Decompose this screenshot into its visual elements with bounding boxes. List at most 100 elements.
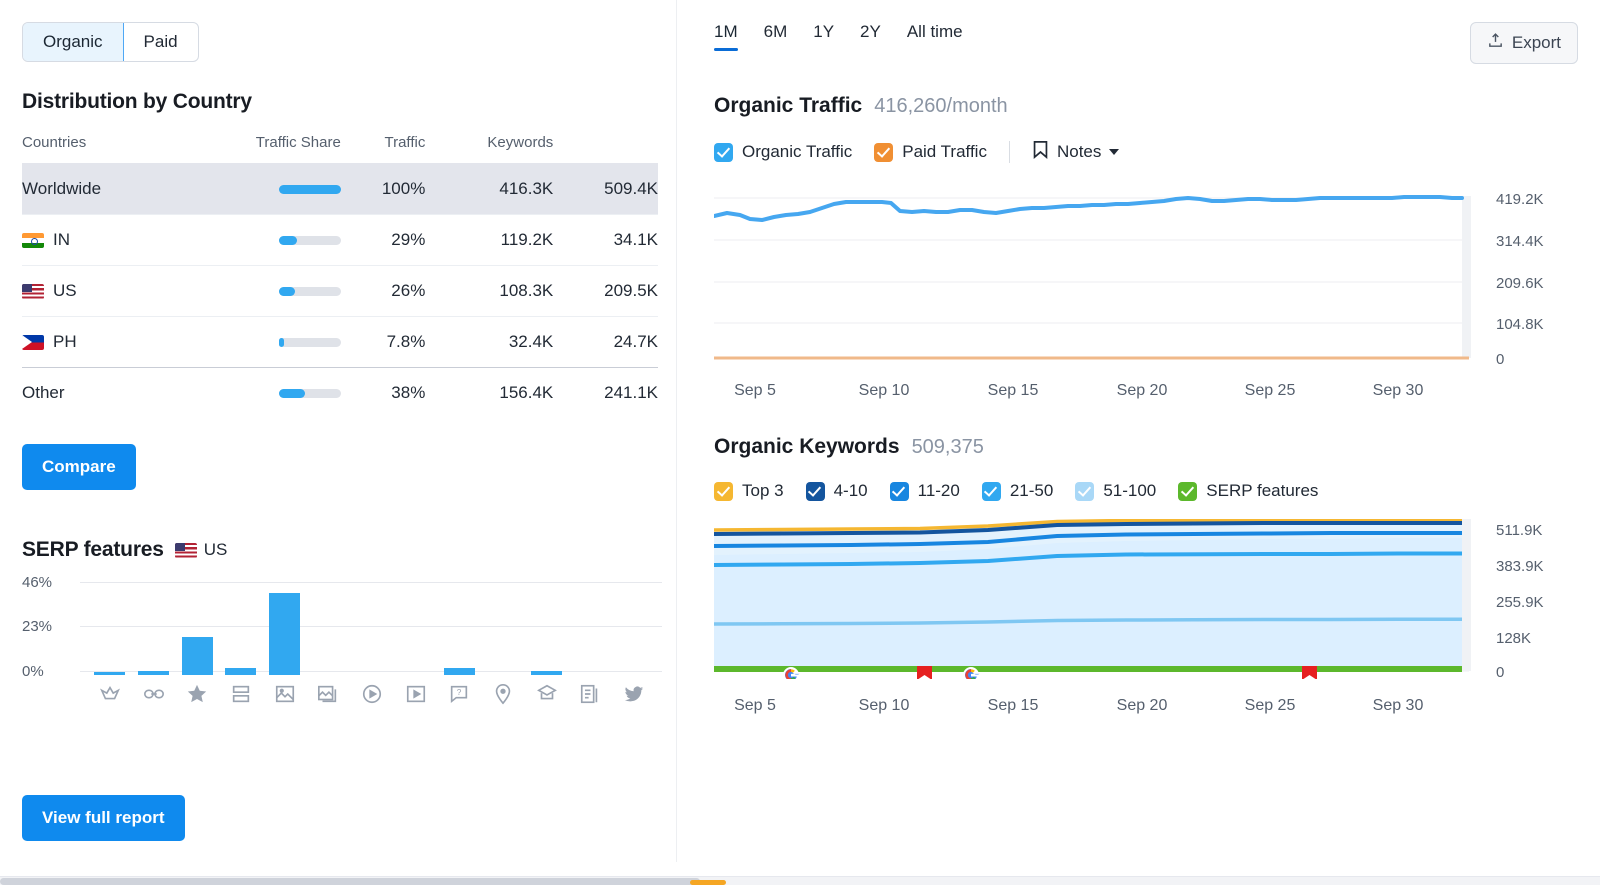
legend-51-100[interactable]: 51-100 [1075, 481, 1156, 501]
range-6m[interactable]: 6M [764, 22, 788, 51]
serp-ytick-0: 0% [22, 663, 44, 680]
legend-21-50[interactable]: 21-50 [981, 481, 1053, 501]
organic-keywords-title: Organic Keywords [714, 435, 900, 458]
legend-paid-traffic[interactable]: Paid Traffic [874, 142, 987, 162]
featured-snippet-icon[interactable] [88, 678, 132, 710]
note-flag-icon [1032, 140, 1049, 164]
range-all-time[interactable]: All time [907, 22, 963, 51]
serp-bar-people-also-ask[interactable] [438, 583, 482, 675]
serp-bar-video[interactable] [350, 583, 394, 675]
legend-label: 51-100 [1103, 481, 1157, 500]
toggle-organic[interactable]: Organic [23, 23, 124, 61]
traffic-xtick-1: Sep 10 [858, 382, 910, 399]
country-label: US [53, 281, 77, 300]
image-pack-icon[interactable] [263, 678, 307, 710]
row-keywords[interactable]: 24.7K [553, 316, 658, 368]
toggle-paid[interactable]: Paid [124, 23, 198, 61]
serp-bar-instant-answer[interactable] [569, 583, 613, 675]
chevron-down-icon [1109, 149, 1120, 155]
compare-button[interactable]: Compare [22, 444, 136, 490]
organic-keywords-header: Organic Keywords 509,375 [714, 435, 1578, 459]
table-row[interactable]: PH 7.8% 32.4K 24.7K [22, 316, 658, 368]
row-share-label: 26% [340, 265, 426, 317]
range-1m[interactable]: 1M [714, 22, 738, 51]
row-traffic[interactable]: 119.2K [425, 214, 554, 266]
table-row[interactable]: Worldwide 100% 416.3K 509.4K [22, 163, 658, 215]
organic-keywords-chart[interactable]: 511.9K 383.9K 255.9K 128K 0 Sep 5 Sep 10… [714, 519, 1578, 714]
twitter-icon[interactable] [612, 678, 656, 710]
people-also-ask-icon[interactable]: ? [438, 678, 482, 710]
organic-paid-toggle[interactable]: Organic Paid [22, 22, 199, 62]
checkbox-paid-traffic[interactable] [874, 142, 894, 162]
range-1y[interactable]: 1Y [813, 22, 834, 51]
table-row[interactable]: US 26% 108.3K 209.5K [22, 265, 658, 317]
row-traffic[interactable]: 32.4K [425, 316, 554, 368]
traffic-ytick-3: 314.4K [1496, 233, 1544, 250]
share-bar [278, 286, 341, 296]
serp-icon-row: ? [88, 678, 656, 710]
row-country: Other [22, 367, 176, 418]
knowledge-panel-icon[interactable] [525, 678, 569, 710]
serp-bar-twitter[interactable] [612, 583, 656, 675]
dashboard-page: Organic Paid Distribution by Country Cou… [0, 0, 1600, 885]
legend-4-10[interactable]: 4-10 [805, 481, 868, 501]
legend-organic-traffic[interactable]: Organic Traffic [714, 142, 852, 162]
row-traffic-share [175, 163, 341, 215]
row-keywords[interactable]: 209.5K [553, 265, 658, 317]
col-countries: Countries [22, 134, 87, 151]
serp-features-header: SERP features US [22, 538, 700, 562]
checkbox-serp-features[interactable] [1178, 481, 1198, 501]
serp-bar-video-carousel[interactable] [394, 583, 438, 675]
serp-bar-hotels-pack[interactable] [219, 583, 263, 675]
share-bar [278, 388, 341, 398]
serp-bar-images[interactable] [306, 583, 350, 675]
table-row[interactable]: IN 29% 119.2K 34.1K [22, 214, 658, 266]
video-carousel-icon[interactable] [394, 678, 438, 710]
traffic-ytick-0: 0 [1496, 351, 1505, 368]
local-pack-icon[interactable] [481, 678, 525, 710]
panel-divider [676, 0, 677, 862]
row-keywords[interactable]: 34.1K [553, 214, 658, 266]
flag-in-icon [22, 232, 44, 248]
legend-serp-features[interactable]: SERP features [1178, 481, 1318, 501]
scrollbar-thumb[interactable] [0, 878, 700, 885]
row-share-label: 38% [340, 367, 426, 418]
video-icon[interactable] [350, 678, 394, 710]
notes-dropdown[interactable]: Notes [1032, 140, 1120, 164]
hotels-pack-icon[interactable] [219, 678, 263, 710]
checkbox-11-20[interactable] [889, 481, 909, 501]
sitelinks-icon[interactable] [132, 678, 176, 710]
serp-bar-featured-snippet[interactable] [88, 583, 132, 675]
legend-11-20[interactable]: 11-20 [889, 481, 960, 501]
legend-top-3[interactable]: Top 3 [714, 481, 784, 501]
serp-bar-image-pack[interactable] [263, 583, 307, 675]
share-bar [278, 235, 341, 245]
row-country: IN [22, 214, 176, 266]
images-icon[interactable] [306, 678, 350, 710]
instant-answer-icon[interactable] [569, 678, 613, 710]
checkbox-21-50[interactable] [981, 481, 1001, 501]
export-button[interactable]: Export [1469, 22, 1578, 64]
checkbox-organic-traffic[interactable] [714, 142, 733, 162]
serp-bar-local-pack[interactable] [481, 583, 525, 675]
view-full-report-button[interactable]: View full report [22, 795, 185, 841]
checkbox-top-3[interactable] [714, 481, 733, 501]
checkbox-51-100[interactable] [1075, 481, 1095, 501]
serp-bar-sitelinks[interactable] [132, 583, 176, 675]
horizontal-scrollbar[interactable] [0, 876, 1600, 885]
serp-features-title: SERP features [22, 538, 164, 561]
keywords-xtick-0: Sep 5 [734, 697, 776, 714]
organic-traffic-title: Organic Traffic [714, 94, 863, 117]
checkbox-4-10[interactable] [805, 481, 825, 501]
range-2y[interactable]: 2Y [860, 22, 881, 51]
row-traffic-share [175, 316, 341, 368]
serp-ytick-1: 23% [22, 618, 53, 635]
keywords-ytick-3: 383.9K [1496, 558, 1544, 575]
row-traffic[interactable]: 108.3K [425, 265, 554, 317]
serp-bar-knowledge-panel[interactable] [525, 583, 569, 675]
keywords-area-svg [714, 519, 1471, 679]
table-row[interactable]: Other 38% 156.4K 241.1K [22, 367, 658, 418]
serp-bar-reviews[interactable] [175, 583, 219, 675]
organic-traffic-chart[interactable]: 419.2K 314.4K 209.6K 104.8K 0 Sep 5 Sep … [714, 182, 1578, 399]
reviews-icon[interactable] [175, 678, 219, 710]
